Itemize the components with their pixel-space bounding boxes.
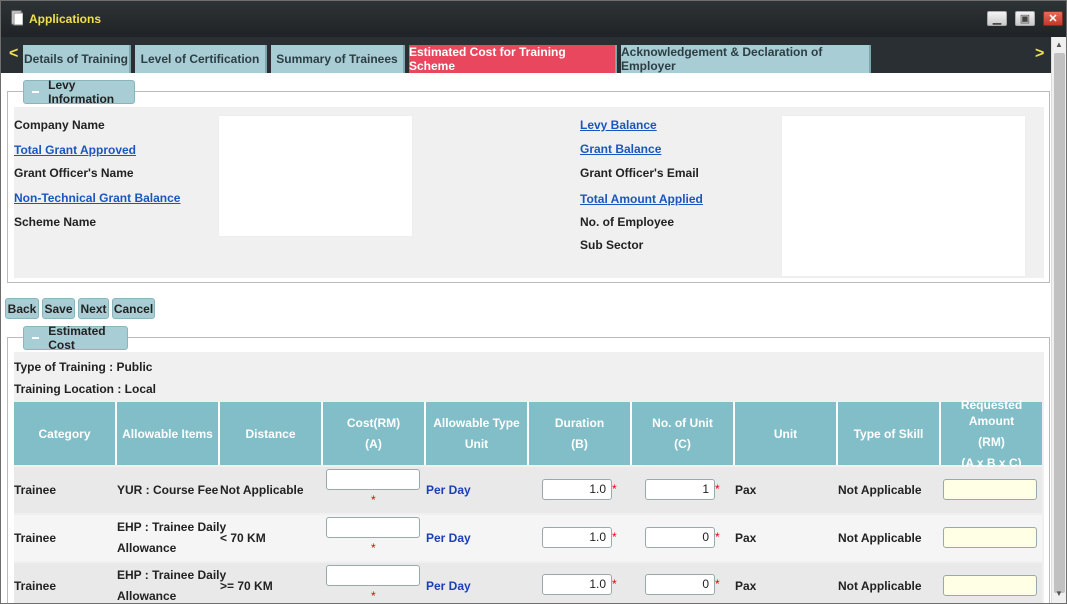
levy-right-values — [781, 115, 1026, 277]
grant-officer-email-label: Grant Officer's Email — [580, 166, 699, 180]
row-category: Trainee — [14, 483, 57, 497]
title-bar: Applications ▁ ▣ ✕ — [1, 1, 1066, 38]
no-of-unit-input[interactable]: 1 — [645, 479, 715, 500]
duration-input[interactable]: 1.0 — [542, 527, 612, 548]
vertical-scrollbar[interactable]: ▲ ▼ — [1051, 37, 1066, 603]
scroll-up-icon[interactable]: ▲ — [1055, 40, 1063, 49]
cost-input[interactable] — [326, 469, 420, 490]
col-allowable-items-header: Allowable Items — [117, 402, 220, 465]
duration-input[interactable]: 1.0 — [542, 479, 612, 500]
col-distance-header: Distance — [220, 402, 323, 465]
save-button[interactable]: Save — [42, 298, 75, 319]
levy-balance-link[interactable]: Levy Balance — [580, 118, 657, 132]
row-type-of-skill: Not Applicable — [838, 531, 922, 545]
total-grant-approved-link[interactable]: Total Grant Approved — [14, 143, 136, 157]
document-icon — [11, 10, 23, 26]
row-type-unit: Per Day — [426, 579, 471, 593]
training-location: Training Location : Local — [14, 382, 157, 396]
required-marker: * — [371, 589, 376, 603]
required-marker: * — [715, 530, 720, 544]
scroll-down-icon[interactable]: ▼ — [1055, 589, 1063, 598]
col-cost-header: Cost(RM) (A) — [323, 402, 426, 465]
tab-bar: < Details of Training Level of Certifica… — [1, 37, 1051, 73]
col-requested-amount-header: Requested Amount (RM) (A x B x C) — [941, 398, 1042, 470]
col-category-header: Category — [14, 402, 117, 465]
back-button[interactable]: Back — [5, 298, 39, 319]
row-allowable-item: EHP : Trainee Daily — [117, 568, 227, 582]
required-marker: * — [371, 541, 376, 555]
col-type-unit-header: Allowable Type Unit — [426, 402, 529, 465]
grant-officer-name-label: Grant Officer's Name — [14, 166, 134, 180]
requested-amount-input[interactable] — [943, 575, 1037, 596]
row-category: Trainee — [14, 531, 57, 545]
sub-sector-label: Sub Sector — [580, 238, 644, 252]
cost-input[interactable] — [326, 565, 420, 586]
requested-amount-input[interactable] — [943, 479, 1037, 500]
col-type-of-skill-header: Type of Skill — [838, 402, 941, 465]
application-window: Applications ▁ ▣ ✕ < Details of Training… — [0, 0, 1067, 604]
requested-amount-input[interactable] — [943, 527, 1037, 548]
company-name-label: Company Name — [14, 118, 105, 132]
required-marker: * — [612, 577, 617, 591]
col-unit-header: Unit — [735, 402, 838, 465]
close-icon[interactable]: ✕ — [1043, 11, 1063, 26]
cancel-button[interactable]: Cancel — [112, 298, 155, 319]
tab-scroll-right-icon[interactable]: > — [1035, 45, 1044, 63]
row-type-of-skill: Not Applicable — [838, 579, 922, 593]
cost-input[interactable] — [326, 517, 420, 538]
col-no-of-unit-header: No. of Unit (C) — [632, 402, 735, 465]
type-of-training: Type of Training : Public — [14, 360, 153, 374]
estimated-cost-legend[interactable]: Estimated Cost — [23, 324, 128, 352]
row-distance: >= 70 KM — [220, 579, 273, 593]
tab-summary-of-trainees[interactable]: Summary of Trainees — [271, 45, 405, 73]
non-technical-grant-balance-link[interactable]: Non-Technical Grant Balance — [14, 191, 180, 205]
row-allowable-item-line2: Allowance — [117, 541, 177, 555]
collapse-icon — [32, 337, 40, 339]
minimize-icon[interactable]: ▁ — [987, 11, 1007, 26]
required-marker: * — [715, 577, 720, 591]
tab-scroll-left-icon[interactable]: < — [9, 45, 18, 63]
required-marker: * — [715, 482, 720, 496]
row-allowable-item: YUR : Course Fee — [117, 483, 219, 497]
row-distance: Not Applicable — [220, 483, 304, 497]
scroll-thumb[interactable] — [1054, 53, 1065, 593]
row-allowable-item-line2: Allowance — [117, 589, 177, 603]
row-distance: < 70 KM — [220, 531, 266, 545]
col-duration-header: Duration (B) — [529, 402, 632, 465]
duration-input[interactable]: 1.0 — [542, 574, 612, 595]
required-marker: * — [371, 493, 376, 507]
row-type-unit: Per Day — [426, 531, 471, 545]
no-of-employee-label: No. of Employee — [580, 215, 675, 229]
required-marker: * — [612, 530, 617, 544]
row-type-of-skill: Not Applicable — [838, 483, 922, 497]
required-marker: * — [612, 482, 617, 496]
tab-acknowledgement[interactable]: Acknowledgement & Declaration of Employe… — [621, 45, 871, 73]
no-of-unit-input[interactable]: 0 — [645, 527, 715, 548]
tab-details-of-training[interactable]: Details of Training — [23, 45, 131, 73]
scheme-name-label: Scheme Name — [14, 215, 97, 229]
total-amount-applied-link[interactable]: Total Amount Applied — [580, 192, 703, 206]
row-category: Trainee — [14, 579, 57, 593]
window-title: Applications — [29, 12, 102, 26]
tab-estimated-cost[interactable]: Estimated Cost for Training Scheme — [409, 45, 617, 73]
row-unit: Pax — [735, 531, 757, 545]
tab-level-of-certification[interactable]: Level of Certification — [135, 45, 267, 73]
row-unit: Pax — [735, 579, 757, 593]
row-unit: Pax — [735, 483, 757, 497]
next-button[interactable]: Next — [78, 298, 109, 319]
grant-balance-link[interactable]: Grant Balance — [580, 142, 661, 156]
row-type-unit: Per Day — [426, 483, 471, 497]
collapse-icon — [32, 91, 40, 93]
levy-left-values — [218, 115, 413, 237]
levy-information-legend[interactable]: Levy Information — [23, 78, 135, 106]
no-of-unit-input[interactable]: 0 — [645, 574, 715, 595]
restore-icon[interactable]: ▣ — [1015, 11, 1035, 26]
row-allowable-item: EHP : Trainee Daily — [117, 520, 227, 534]
